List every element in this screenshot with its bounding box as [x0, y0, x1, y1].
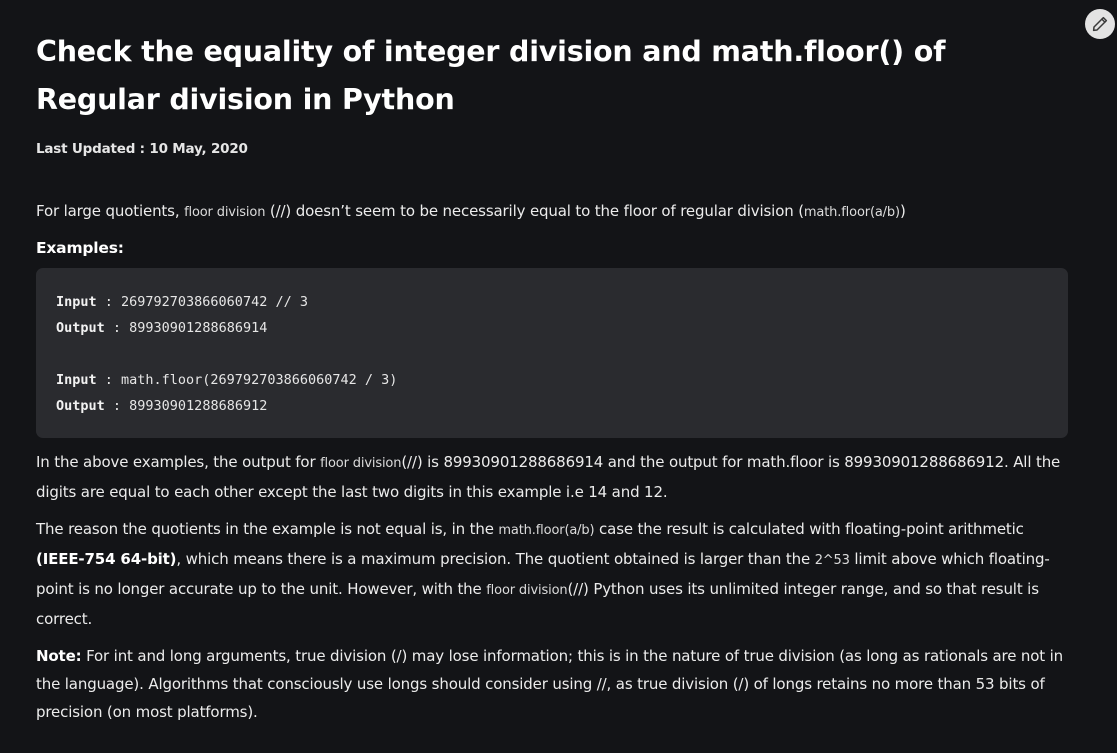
edit-button[interactable]: [1085, 9, 1115, 39]
code-block: Input : 269792703866060742 // 3 Output :…: [36, 268, 1068, 438]
last-updated-date: 10 May, 2020: [149, 141, 248, 157]
intro-text-1: For large quotients,: [36, 202, 185, 220]
reason-text-1: The reason the quotients in the example …: [36, 520, 499, 538]
note-label: Note:: [36, 647, 82, 665]
reason-text-3: , which means there is a maximum precisi…: [176, 550, 815, 568]
article-title: Check the equality of integer division a…: [36, 35, 946, 116]
code-label: Input: [56, 294, 97, 310]
code-line: Input : math.floor(269792703866060742 / …: [56, 367, 1048, 393]
code-value: : 89930901288686914: [104, 320, 268, 336]
examples-heading: Examples:: [36, 239, 124, 257]
article-page: Check the equality of integer division a…: [0, 0, 1117, 753]
explanation-text-1: In the above examples, the output for: [36, 453, 321, 471]
code-line: Output : 89930901288686912: [56, 393, 1048, 419]
inline-code-floor-division: floor division: [486, 583, 568, 598]
intro-text-3: ): [899, 202, 906, 220]
ieee-754-bold: (IEEE-754 64-bit): [36, 550, 177, 568]
inline-code-2-pow-53: 2^53: [814, 553, 850, 568]
intro-text-2: (//) doesn’t seem to be necessarily equa…: [265, 202, 804, 220]
inline-code-floor-division: floor division: [184, 205, 266, 220]
code-label: Input: [56, 372, 97, 388]
intro-paragraph: For large quotients, floor division (//)…: [36, 197, 1069, 227]
code-label: Output: [56, 320, 105, 336]
code-line: Output : 89930901288686914: [56, 315, 1048, 341]
reason-paragraph: The reason the quotients in the example …: [36, 515, 1069, 633]
inline-code-floor-division: floor division: [320, 456, 402, 471]
note-paragraph: Note: For int and long arguments, true d…: [36, 642, 1069, 726]
code-label: Output: [56, 398, 105, 414]
explanation-paragraph: In the above examples, the output for fl…: [36, 448, 1069, 506]
inline-code-math-floor: math.floor(a/b): [803, 205, 900, 220]
last-updated-label: Last Updated :: [36, 141, 150, 157]
note-text: For int and long arguments, true divisio…: [36, 647, 1064, 721]
code-value: : 89930901288686912: [104, 398, 268, 414]
inline-code-math-floor: math.floor(a/b): [498, 523, 595, 538]
last-updated: Last Updated : 10 May, 2020: [36, 141, 1069, 157]
reason-text-2: case the result is calculated with float…: [594, 520, 1024, 538]
code-value: : math.floor(269792703866060742 / 3): [96, 372, 398, 388]
code-line: Input : 269792703866060742 // 3: [56, 289, 1048, 315]
pencil-icon: [1091, 15, 1109, 33]
code-value: : 269792703866060742 // 3: [96, 294, 308, 310]
